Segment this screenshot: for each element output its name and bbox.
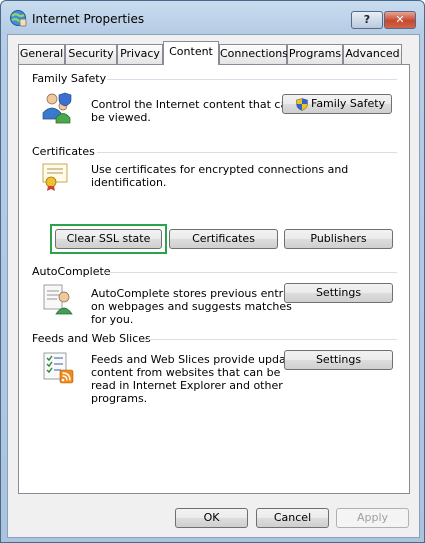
family-safety-button-label: Family Safety bbox=[311, 97, 386, 110]
window-title: Internet Properties bbox=[32, 12, 145, 26]
feeds-rss-icon bbox=[43, 352, 74, 384]
autocomplete-user-icon bbox=[43, 284, 73, 315]
feeds-divider bbox=[144, 339, 397, 340]
family-safety-description-1: Control the Internet content that can bbox=[91, 98, 295, 111]
apply-button[interactable]: Apply bbox=[336, 508, 409, 528]
dialog-client-area: General Security Privacy Content Connect… bbox=[7, 34, 420, 538]
autocomplete-description-3: for you. bbox=[91, 313, 134, 326]
close-button[interactable]: ✕ bbox=[384, 11, 416, 29]
tab-advanced[interactable]: Advanced bbox=[343, 44, 402, 64]
certificates-button[interactable]: Certificates bbox=[169, 229, 278, 249]
ok-button[interactable]: OK bbox=[175, 508, 248, 528]
tab-privacy[interactable]: Privacy bbox=[117, 44, 163, 64]
publishers-button[interactable]: Publishers bbox=[284, 229, 393, 249]
family-safety-description-2: be viewed. bbox=[91, 111, 151, 124]
autocomplete-divider bbox=[105, 272, 397, 273]
family-safety-users-icon bbox=[42, 92, 72, 124]
autocomplete-group-title: AutoComplete bbox=[32, 265, 111, 278]
uac-shield-icon bbox=[296, 98, 308, 111]
feeds-description-4: programs. bbox=[91, 392, 148, 405]
family-safety-divider bbox=[107, 79, 397, 80]
certificate-icon bbox=[42, 163, 68, 191]
feeds-description-1: Feeds and Web Slices provide updated bbox=[91, 353, 304, 366]
title-bar[interactable]: Internet Properties ? ✕ bbox=[1, 1, 424, 35]
autocomplete-settings-button[interactable]: Settings bbox=[284, 283, 393, 303]
cancel-button[interactable]: Cancel bbox=[256, 508, 329, 528]
tab-connections[interactable]: Connections bbox=[219, 44, 288, 64]
tab-programs[interactable]: Programs bbox=[287, 44, 343, 64]
clear-ssl-state-button[interactable]: Clear SSL state bbox=[55, 229, 162, 249]
content-tab-panel: Family Safety Control the Internet conte… bbox=[18, 64, 410, 494]
family-safety-button[interactable]: Family Safety bbox=[282, 94, 392, 114]
tab-security[interactable]: Security bbox=[65, 44, 117, 64]
feeds-settings-button[interactable]: Settings bbox=[284, 350, 393, 370]
feeds-group-title: Feeds and Web Slices bbox=[32, 332, 151, 345]
autocomplete-description-2: on webpages and suggests matches bbox=[91, 300, 292, 313]
tab-content[interactable]: Content bbox=[163, 41, 219, 65]
tab-general[interactable]: General bbox=[18, 44, 65, 64]
family-safety-group-title: Family Safety bbox=[32, 72, 107, 85]
help-button[interactable]: ? bbox=[351, 11, 383, 29]
feeds-description-3: read in Internet Explorer and other bbox=[91, 379, 283, 392]
certificates-group-title: Certificates bbox=[32, 145, 95, 158]
internet-globe-icon bbox=[10, 10, 27, 27]
certificates-divider bbox=[97, 152, 397, 153]
internet-properties-window: Internet Properties ? ✕ General Security… bbox=[0, 0, 425, 543]
feeds-description-2: content from websites that can be bbox=[91, 366, 281, 379]
autocomplete-description-1: AutoComplete stores previous entries bbox=[91, 287, 299, 300]
certificates-description: Use certificates for encrypted connectio… bbox=[91, 163, 349, 189]
